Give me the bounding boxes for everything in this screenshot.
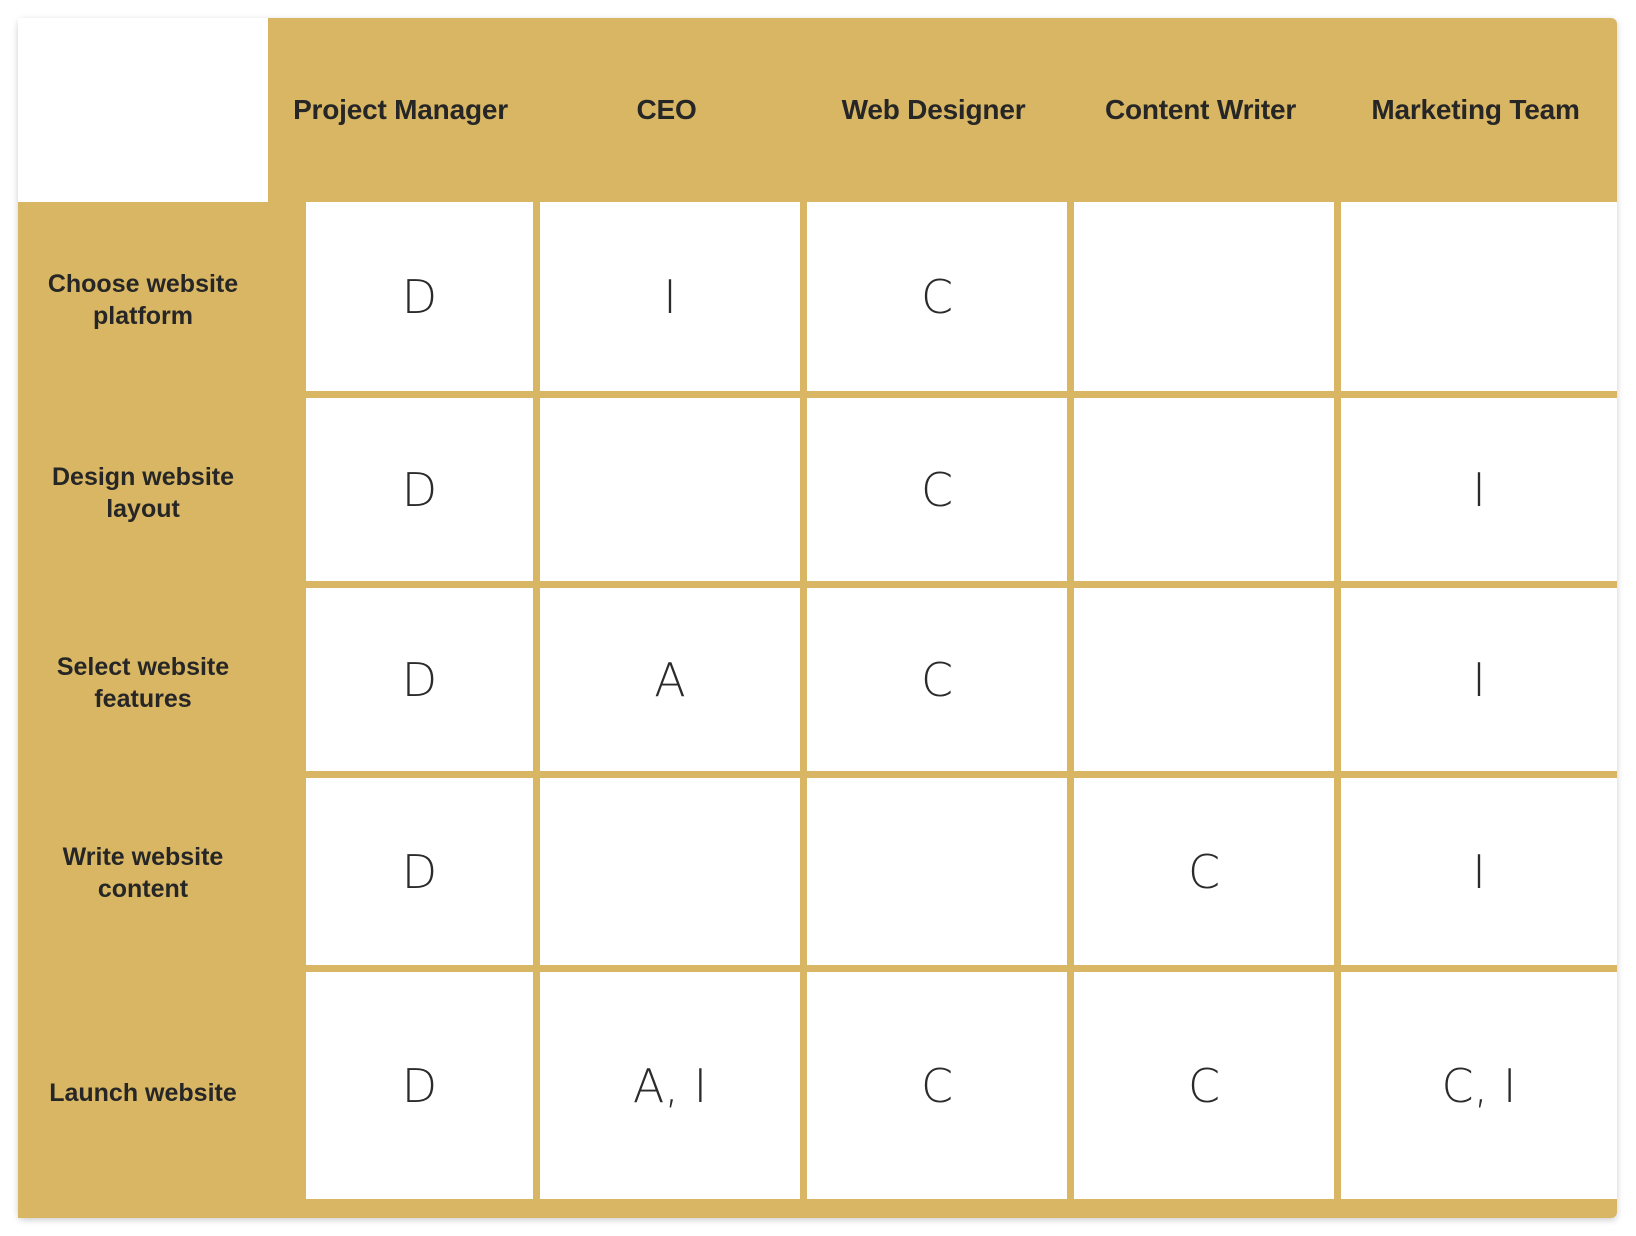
table-row: D A, I C C C, I — [268, 972, 1617, 1199]
matrix-cell-r4c5[interactable]: I — [1341, 778, 1617, 965]
matrix-grid: D I C D C I D A C I — [268, 202, 1617, 1218]
row-label-write-website-content: Write website content — [18, 778, 268, 968]
matrix-cell-r2c3[interactable]: C — [807, 398, 1067, 581]
raci-matrix: Project Manager CEO Web Designer Content… — [0, 0, 1636, 1236]
matrix-cell-r5c1[interactable]: D — [306, 972, 533, 1199]
matrix-cell-r1c2[interactable]: I — [540, 202, 800, 391]
row-label-choose-website-platform: Choose website platform — [18, 202, 268, 398]
matrix-cell-r5c5[interactable]: C, I — [1341, 972, 1617, 1199]
column-header-project-manager: Project Manager — [268, 18, 533, 202]
matrix-cell-r1c5[interactable] — [1341, 202, 1617, 391]
row-label-launch-website: Launch website — [18, 968, 268, 1218]
matrix-cell-r1c3[interactable]: C — [807, 202, 1067, 391]
matrix-cell-r1c1[interactable]: D — [306, 202, 533, 391]
table-row: D I C — [268, 202, 1617, 391]
matrix-cell-r3c1[interactable]: D — [306, 588, 533, 771]
table-row: D A C I — [268, 588, 1617, 771]
row-label-column: Choose website platform Design website l… — [18, 202, 268, 1218]
column-header-marketing-team: Marketing Team — [1334, 18, 1617, 202]
matrix-cell-r2c5[interactable]: I — [1341, 398, 1617, 581]
table-row: D C I — [268, 778, 1617, 965]
matrix-cell-r3c3[interactable]: C — [807, 588, 1067, 771]
matrix-cell-r2c4[interactable] — [1074, 398, 1334, 581]
table-row: D C I — [268, 398, 1617, 581]
column-header-ceo: CEO — [533, 18, 800, 202]
row-label-design-website-layout: Design website layout — [18, 398, 268, 588]
column-header-web-designer: Web Designer — [800, 18, 1067, 202]
matrix-cell-r4c1[interactable]: D — [306, 778, 533, 965]
matrix-cell-r3c4[interactable] — [1074, 588, 1334, 771]
column-header-row: Project Manager CEO Web Designer Content… — [268, 18, 1617, 202]
row-label-select-website-features: Select website features — [18, 588, 268, 778]
matrix-cell-r4c2[interactable] — [540, 778, 800, 965]
matrix-cell-r3c2[interactable]: A — [540, 588, 800, 771]
matrix-cell-r4c3[interactable] — [807, 778, 1067, 965]
matrix-cell-r2c2[interactable] — [540, 398, 800, 581]
matrix-cell-r5c2[interactable]: A, I — [540, 972, 800, 1199]
matrix-cell-r5c3[interactable]: C — [807, 972, 1067, 1199]
matrix-cell-r5c4[interactable]: C — [1074, 972, 1334, 1199]
matrix-cell-r4c4[interactable]: C — [1074, 778, 1334, 965]
column-header-content-writer: Content Writer — [1067, 18, 1334, 202]
matrix-cell-r1c4[interactable] — [1074, 202, 1334, 391]
matrix-cell-r2c1[interactable]: D — [306, 398, 533, 581]
matrix-cell-r3c5[interactable]: I — [1341, 588, 1617, 771]
corner-blank-cell — [18, 18, 268, 202]
matrix-board: Project Manager CEO Web Designer Content… — [18, 18, 1617, 1218]
